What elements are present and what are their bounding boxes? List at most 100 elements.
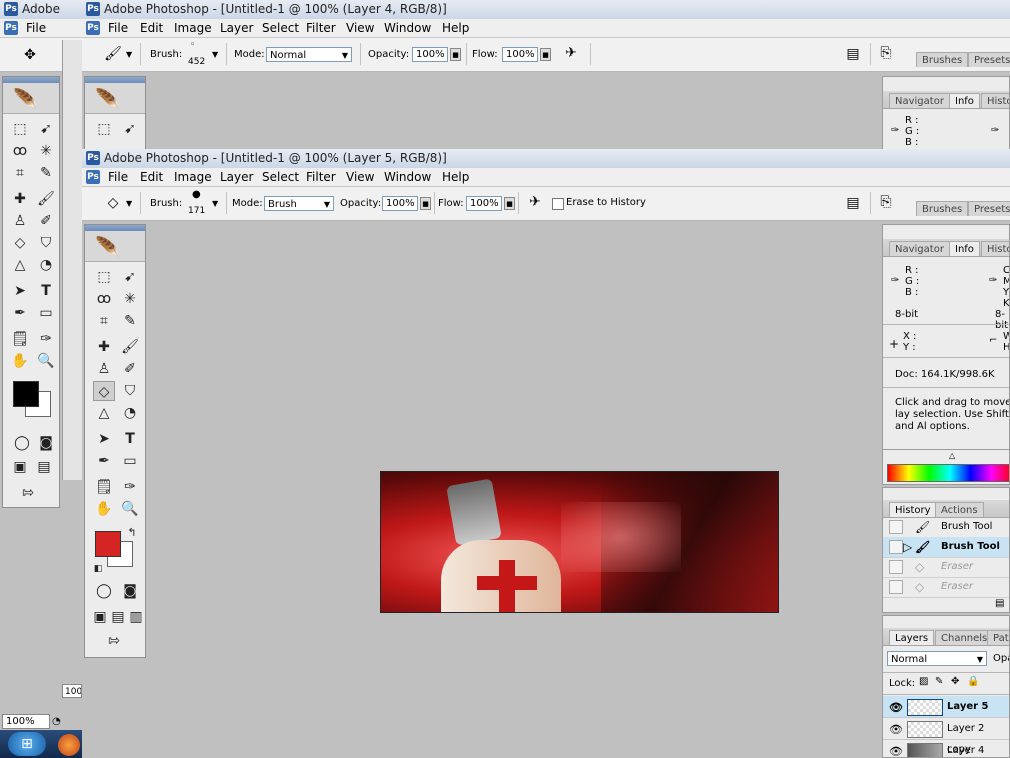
windows-start-icon[interactable]: ⊞: [8, 732, 46, 756]
standard-mode-icon[interactable]: ◙: [119, 581, 141, 601]
history-snapshot-checkbox[interactable]: [889, 580, 903, 594]
stamp-tool-icon[interactable]: ♙: [9, 211, 31, 231]
zoom-tool-icon[interactable]: 🔍: [119, 499, 141, 519]
tab-histogram[interactable]: Histo: [981, 93, 1009, 108]
opacity-input[interactable]: 100%: [412, 47, 448, 62]
history-snapshot-checkbox[interactable]: [889, 540, 903, 554]
marquee-tool-icon[interactable]: ⬚: [93, 119, 115, 139]
bucket-tool-icon[interactable]: ⛉: [119, 381, 141, 401]
history-item-current[interactable]: ▷ 🖌 Brush Tool: [883, 537, 1009, 558]
color-ramp[interactable]: [887, 464, 1009, 482]
lock-position-icon[interactable]: ✥: [951, 676, 959, 687]
marquee-tool-icon[interactable]: ⬚: [9, 119, 31, 139]
slice-tool-icon[interactable]: ✎: [35, 163, 57, 183]
tab-info[interactable]: Info: [949, 93, 980, 108]
move-tool-icon[interactable]: ➹: [35, 119, 57, 139]
flow-slider-button[interactable]: ■: [504, 197, 515, 210]
brush-picker-arrow-icon[interactable]: ▼: [212, 199, 218, 208]
standard-mode-icon[interactable]: ◙: [35, 433, 57, 453]
history-panel-menu-icon[interactable]: ▤: [995, 598, 1004, 609]
zoom-tool-icon[interactable]: 🔍: [35, 351, 57, 371]
menu-file[interactable]: File: [104, 168, 132, 186]
airbrush-icon[interactable]: ✈: [524, 194, 546, 210]
flow-input[interactable]: 100%: [466, 196, 502, 211]
healing-tool-icon[interactable]: ✚: [93, 337, 115, 357]
bucket-tool-icon[interactable]: ⛉: [35, 233, 57, 253]
mode-select[interactable]: Normal ▼: [266, 47, 352, 62]
tab-brushes[interactable]: Brushes: [916, 52, 969, 67]
menu-image[interactable]: Image: [170, 168, 216, 186]
brush-dropdown-arrow-icon[interactable]: ▼: [126, 50, 132, 59]
eraser-tool-icon[interactable]: ◇: [9, 233, 31, 253]
path-select-icon[interactable]: ➤: [9, 281, 31, 301]
brush-picker-arrow-icon[interactable]: ▼: [212, 50, 218, 59]
tab-history[interactable]: History: [889, 502, 937, 517]
layer-visibility-eye-icon[interactable]: 👁: [889, 719, 903, 740]
history-snapshot-checkbox[interactable]: [889, 560, 903, 574]
tab-channels[interactable]: Channels: [935, 630, 994, 645]
status-info-icon[interactable]: ◔: [52, 714, 66, 729]
marquee-tool-icon[interactable]: ⬚: [93, 267, 115, 287]
tab-presets[interactable]: Presets: [968, 52, 1010, 67]
default-colors-icon[interactable]: ◧: [87, 559, 109, 579]
flow-input[interactable]: 100%: [502, 47, 538, 62]
menu-window[interactable]: Window: [380, 168, 435, 186]
jump-to-imageready-icon[interactable]: ⇰: [17, 483, 39, 503]
crop-tool-icon[interactable]: ⌗: [9, 163, 31, 183]
document-canvas[interactable]: [380, 471, 779, 613]
lock-pixels-icon[interactable]: ✎: [935, 676, 943, 687]
menu-view[interactable]: View: [342, 168, 378, 186]
shape-tool-icon[interactable]: ▭: [119, 451, 141, 471]
airbrush-icon[interactable]: ✈: [560, 45, 582, 61]
history-item-undone[interactable]: ◇ Eraser: [883, 577, 1009, 598]
move-tool-icon[interactable]: ➹: [119, 119, 141, 139]
menu-help[interactable]: Help: [438, 168, 473, 186]
layer-row[interactable]: 👁 Layer 2 copy: [883, 718, 1009, 755]
quick-mask-icon[interactable]: ◯: [11, 433, 33, 453]
hand-tool-icon[interactable]: ✋: [93, 499, 115, 519]
type-tool-icon[interactable]: T: [35, 281, 57, 301]
lasso-tool-icon[interactable]: ꝏ: [93, 289, 115, 309]
menu-select[interactable]: Select: [258, 19, 303, 37]
menu-edit[interactable]: Edit: [136, 168, 167, 186]
flow-slider-button[interactable]: ■: [540, 48, 551, 61]
history-brush-icon[interactable]: ✐: [35, 211, 57, 231]
hand-tool-icon[interactable]: ✋: [9, 351, 31, 371]
tab-navigator[interactable]: Navigator: [889, 93, 950, 108]
menu-help[interactable]: Help: [438, 19, 473, 37]
history-item[interactable]: 🖌 Brush Tool: [883, 517, 1009, 538]
tab-info[interactable]: Info: [949, 241, 980, 256]
layer-visibility-eye-icon[interactable]: 👁: [889, 741, 903, 757]
opacity-slider-button[interactable]: ■: [450, 48, 461, 61]
color-slider-marker[interactable]: △: [949, 451, 955, 460]
move-tool-icon[interactable]: ➹: [119, 267, 141, 287]
brush-preset-icon[interactable]: 🖌: [102, 46, 124, 62]
menu-file[interactable]: File: [104, 19, 132, 37]
shape-tool-icon[interactable]: ▭: [35, 303, 57, 323]
move-tool-preset-icon[interactable]: ✥: [20, 47, 40, 63]
screen-mode-icon[interactable]: ▣: [9, 457, 31, 477]
palette-well-icon[interactable]: ▤: [844, 46, 862, 62]
layer-visibility-eye-icon[interactable]: 👁: [889, 697, 903, 718]
slice-tool-icon[interactable]: ✎: [119, 311, 141, 331]
erase-to-history-checkbox[interactable]: [552, 198, 564, 210]
path-select-icon[interactable]: ➤: [93, 429, 115, 449]
swap-colors-icon[interactable]: ↰: [121, 523, 143, 543]
menu-select[interactable]: Select: [258, 168, 303, 186]
eyedropper-icon[interactable]: ✑: [119, 477, 141, 497]
pen-tool-icon[interactable]: ✒: [93, 451, 115, 471]
tab-presets[interactable]: Presets: [968, 201, 1010, 216]
type-tool-icon[interactable]: T: [119, 429, 141, 449]
screen-mode-full-icon[interactable]: ▤: [33, 457, 55, 477]
quick-mask-icon[interactable]: ◯: [93, 581, 115, 601]
magic-wand-icon[interactable]: ✳: [35, 141, 57, 161]
notes-tool-icon[interactable]: 🗒: [9, 329, 31, 349]
zoom-level-field[interactable]: 100%: [2, 714, 50, 729]
history-item-undone[interactable]: ◇ Eraser: [883, 557, 1009, 578]
palette-well-icon[interactable]: ▤: [844, 195, 862, 211]
menu-filter[interactable]: Filter: [302, 168, 340, 186]
foreground-color-swatch[interactable]: [13, 381, 39, 407]
tab-histogram[interactable]: Histo: [981, 241, 1009, 256]
opacity-slider-button[interactable]: ■: [420, 197, 431, 210]
menu-window[interactable]: Window: [380, 19, 435, 37]
